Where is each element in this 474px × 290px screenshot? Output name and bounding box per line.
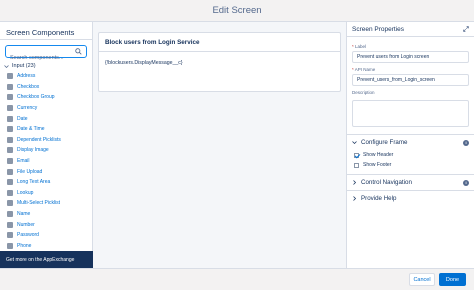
component-label: Checkbox [17, 83, 40, 90]
screen-canvas: Block users from Login Service {!blockus… [93, 22, 346, 268]
show-header-checkbox[interactable]: Show Header [347, 150, 474, 160]
password-icon [7, 232, 13, 239]
control-navigation-section[interactable]: Control Navigation i [347, 174, 474, 190]
chevron-right-icon [353, 180, 357, 185]
chevron-right-icon [353, 196, 357, 201]
info-icon[interactable]: i [463, 179, 469, 186]
description-label: Description [352, 90, 375, 95]
show-footer-checkbox[interactable]: Show Footer [347, 160, 474, 170]
checkbox-group-icon [7, 94, 13, 101]
search-box[interactable] [5, 45, 87, 64]
component-item[interactable]: Date [0, 113, 92, 124]
checkbox[interactable] [354, 162, 359, 168]
component-label: Address [17, 73, 36, 80]
component-item[interactable]: Checkbox Group [0, 92, 92, 103]
modal-title: Edit Screen [212, 5, 262, 16]
component-label: Multi-Select Picklist [17, 200, 61, 207]
provide-help-label: Provide Help [361, 195, 397, 202]
multi-picklist-icon [7, 200, 13, 207]
chevron-down-icon [4, 64, 9, 68]
lookup-icon [7, 189, 13, 196]
modal-header: Edit Screen [0, 0, 474, 22]
component-label: Date & Time [17, 126, 45, 133]
panel-title: Screen Components [0, 22, 92, 40]
component-label: Lookup [17, 189, 34, 196]
picklist-icon [7, 136, 13, 143]
component-list: Address Checkbox Checkbox Group Currency… [0, 71, 92, 251]
search-icon [75, 48, 82, 55]
properties-title: Screen Properties [352, 25, 405, 33]
textarea-icon [7, 179, 13, 186]
component-item[interactable]: Phone [0, 241, 92, 252]
image-icon [7, 147, 13, 154]
phone-icon [7, 242, 13, 249]
name-icon [7, 211, 13, 218]
info-icon[interactable]: i [463, 139, 469, 146]
datetime-icon [7, 126, 13, 133]
number-icon [7, 221, 13, 228]
component-item[interactable]: Display Image [0, 145, 92, 156]
screen-components-panel: Screen Components Input (23) Address Che… [0, 22, 93, 268]
description-textarea[interactable] [352, 100, 469, 127]
label-field-label: * Label [352, 44, 367, 49]
component-item[interactable]: Checkbox [0, 82, 92, 93]
modal-footer: Cancel Done [0, 268, 474, 290]
expand-icon[interactable] [463, 26, 469, 32]
api-name-field-label: * API Name [352, 67, 376, 72]
currency-icon [7, 105, 13, 112]
component-label: Password [17, 232, 39, 239]
component-item[interactable]: Dependent Picklists [0, 135, 92, 146]
component-label: Email [17, 158, 30, 165]
appexchange-link[interactable]: Get more on the AppExchange [0, 251, 93, 268]
component-label: Checkbox Group [17, 94, 55, 101]
component-label: Long Text Area [17, 179, 51, 186]
component-label: Number [17, 221, 35, 228]
chevron-down-icon [352, 141, 357, 145]
api-name-input[interactable]: Prevent_users_from_Login_screen [352, 74, 469, 86]
control-navigation-label: Control Navigation [361, 179, 412, 186]
component-item[interactable]: Currency [0, 103, 92, 114]
screen-card[interactable]: Block users from Login Service {!blockus… [98, 32, 341, 92]
component-label: Currency [17, 105, 38, 112]
component-item[interactable]: Long Text Area [0, 177, 92, 188]
component-label: File Upload [17, 168, 43, 175]
component-item[interactable]: Email [0, 156, 92, 167]
checkbox[interactable] [354, 152, 359, 158]
component-label: Name [17, 211, 31, 218]
component-label: Date [17, 115, 28, 122]
show-header-label: Show Header [363, 152, 394, 158]
component-label: Display Image [17, 147, 49, 154]
component-item[interactable]: Address [0, 71, 92, 82]
address-icon [7, 73, 13, 80]
properties-fields: * Label Prevent users from Login screen … [347, 37, 474, 127]
show-footer-label: Show Footer [363, 162, 392, 168]
component-item[interactable]: Password [0, 230, 92, 241]
checkbox-icon [7, 83, 13, 90]
configure-frame-section[interactable]: Configure Frame i [347, 134, 474, 150]
card-title: Block users from Login Service [99, 33, 340, 52]
component-item[interactable]: Name [0, 209, 92, 220]
display-text-component[interactable]: {!blockusers.DisplayMessage__c} [99, 52, 340, 66]
date-icon [7, 115, 13, 122]
search-input[interactable] [6, 52, 86, 64]
configure-frame-label: Configure Frame [361, 139, 408, 146]
cancel-button[interactable]: Cancel [409, 273, 435, 286]
component-item[interactable]: Lookup [0, 188, 92, 199]
component-item[interactable]: Multi-Select Picklist [0, 198, 92, 209]
label-input[interactable]: Prevent users from Login screen [352, 51, 469, 63]
upload-icon [7, 168, 13, 175]
component-label: Phone [17, 242, 32, 249]
component-label: Dependent Picklists [17, 136, 61, 143]
component-item[interactable]: Number [0, 219, 92, 230]
email-icon [7, 158, 13, 165]
component-item[interactable]: Date & Time [0, 124, 92, 135]
component-item[interactable]: File Upload [0, 166, 92, 177]
section-label: Input (23) [12, 63, 36, 69]
provide-help-section[interactable]: Provide Help [347, 190, 474, 206]
done-button[interactable]: Done [439, 273, 466, 286]
screen-properties-panel: Screen Properties * Label Prevent users … [346, 22, 474, 268]
properties-header: Screen Properties [347, 22, 474, 37]
